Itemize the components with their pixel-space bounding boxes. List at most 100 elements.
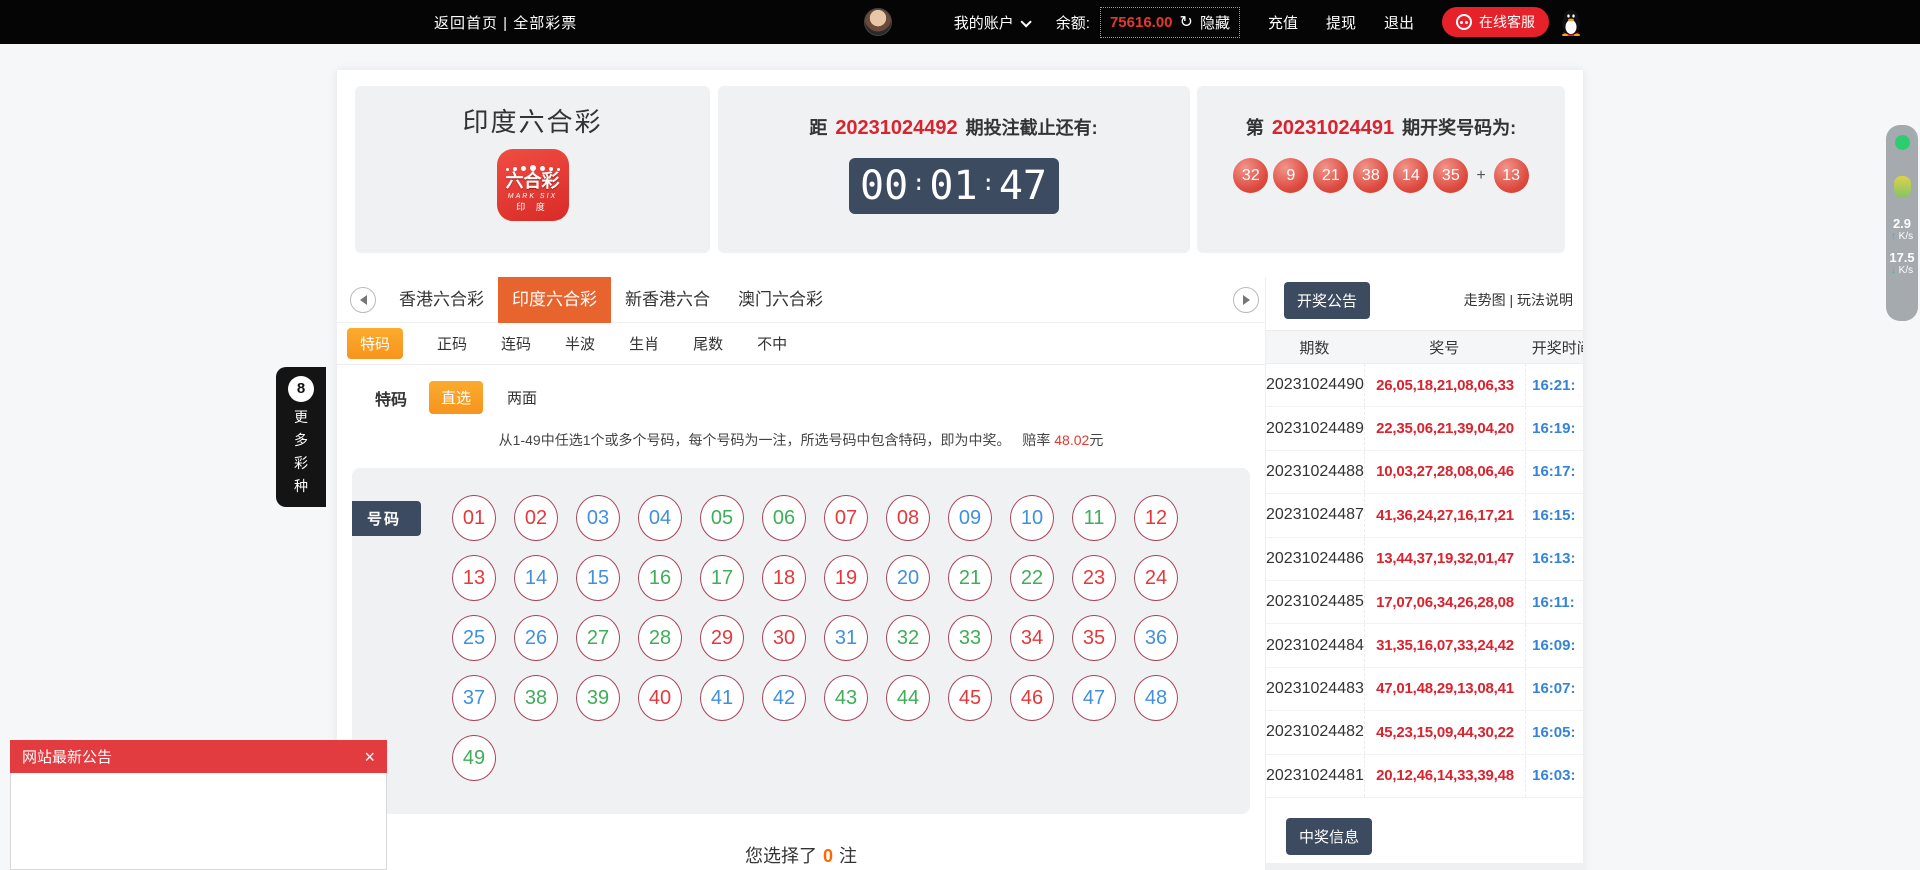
draw-ball-0: 32 <box>1233 158 1268 193</box>
main-card: 印度六合彩 六合彩 MARK SIX 印 度 距20231024492期投注截止… <box>337 70 1583 870</box>
results-table: 期数 奖号 开奖时间 2023102449026,05,18,21,08,06,… <box>1266 330 1583 798</box>
qq-penguin-icon[interactable] <box>1559 8 1583 36</box>
number-05[interactable]: 05 <box>700 495 744 541</box>
play-mode-0[interactable]: 直选 <box>429 381 483 414</box>
table-row: 2023102448517,07,06,34,26,28,0816:11: <box>1266 581 1583 624</box>
number-08[interactable]: 08 <box>886 495 930 541</box>
number-11[interactable]: 11 <box>1072 495 1116 541</box>
number-48[interactable]: 48 <box>1134 675 1178 721</box>
bet-tab-6[interactable]: 不中 <box>757 333 787 354</box>
number-22[interactable]: 22 <box>1010 555 1054 601</box>
number-panel: 号码 0102030405060708091011121314151617181… <box>352 468 1250 814</box>
number-25[interactable]: 25 <box>452 615 496 661</box>
number-10[interactable]: 10 <box>1010 495 1054 541</box>
number-17[interactable]: 17 <box>700 555 744 601</box>
number-09[interactable]: 09 <box>948 495 992 541</box>
bet-tab-5[interactable]: 尾数 <box>693 333 723 354</box>
number-14[interactable]: 14 <box>514 555 558 601</box>
number-01[interactable]: 01 <box>452 495 496 541</box>
bet-tab-3[interactable]: 半波 <box>565 333 595 354</box>
number-44[interactable]: 44 <box>886 675 930 721</box>
number-06[interactable]: 06 <box>762 495 806 541</box>
network-monitor-widget[interactable]: 2.9 ↑ K/s 17.5 ↓ K/s <box>1886 125 1918 321</box>
my-account-menu[interactable]: 我的账户 <box>954 12 1028 33</box>
special-ball: 13 <box>1494 158 1529 193</box>
lottery-tab-0[interactable]: 香港六合彩 <box>385 277 498 323</box>
results-header: 期数 奖号 开奖时间 <box>1266 330 1583 364</box>
home-all-lottery-link[interactable]: 返回首页 | 全部彩票 <box>434 12 577 33</box>
logout-link[interactable]: 退出 <box>1384 12 1414 33</box>
draw-announcement-button[interactable]: 开奖公告 <box>1284 282 1370 319</box>
number-37[interactable]: 37 <box>452 675 496 721</box>
more-lotteries-widget[interactable]: 8 更多彩种 <box>276 367 326 507</box>
bet-tab-4[interactable]: 生肖 <box>629 333 659 354</box>
tabs-next-button[interactable] <box>1233 287 1259 313</box>
number-35[interactable]: 35 <box>1072 615 1116 661</box>
number-15[interactable]: 15 <box>576 555 620 601</box>
win-info-button[interactable]: 中奖信息 <box>1286 818 1372 855</box>
number-21[interactable]: 21 <box>948 555 992 601</box>
tabs-prev-button[interactable] <box>350 287 376 313</box>
number-39[interactable]: 39 <box>576 675 620 721</box>
recharge-link[interactable]: 充值 <box>1268 12 1298 33</box>
number-12[interactable]: 12 <box>1134 495 1178 541</box>
number-36[interactable]: 36 <box>1134 615 1178 661</box>
table-row: 2023102448120,12,46,14,33,39,4816:03: <box>1266 755 1583 798</box>
online-service-button[interactable]: 在线客服 <box>1442 7 1549 37</box>
number-20[interactable]: 20 <box>886 555 930 601</box>
bet-tab-1[interactable]: 正码 <box>437 333 467 354</box>
number-34[interactable]: 34 <box>1010 615 1054 661</box>
avatar[interactable] <box>864 8 892 36</box>
number-41[interactable]: 41 <box>700 675 744 721</box>
number-49[interactable]: 49 <box>452 735 496 781</box>
number-24[interactable]: 24 <box>1134 555 1178 601</box>
prev-arrow-icon <box>355 295 367 305</box>
number-26[interactable]: 26 <box>514 615 558 661</box>
countdown-hours: 00 <box>860 163 908 209</box>
lottery-tab-1[interactable]: 印度六合彩 <box>498 277 611 323</box>
number-42[interactable]: 42 <box>762 675 806 721</box>
hide-balance-button[interactable]: 隐藏 <box>1200 12 1230 33</box>
number-28[interactable]: 28 <box>638 615 682 661</box>
number-03[interactable]: 03 <box>576 495 620 541</box>
row-time: 16:03: <box>1526 767 1583 784</box>
number-18[interactable]: 18 <box>762 555 806 601</box>
lottery-tab-3[interactable]: 澳门六合彩 <box>724 277 837 323</box>
countdown-caption: 距20231024492期投注截止还有: <box>718 114 1190 140</box>
number-38[interactable]: 38 <box>514 675 558 721</box>
number-16[interactable]: 16 <box>638 555 682 601</box>
number-31[interactable]: 31 <box>824 615 868 661</box>
number-27[interactable]: 27 <box>576 615 620 661</box>
withdraw-link[interactable]: 提现 <box>1326 12 1356 33</box>
number-33[interactable]: 33 <box>948 615 992 661</box>
trend-help-links[interactable]: 走势图 | 玩法说明 <box>1464 290 1573 310</box>
number-46[interactable]: 46 <box>1010 675 1054 721</box>
number-13[interactable]: 13 <box>452 555 496 601</box>
lottery-tab-2[interactable]: 新香港六合 <box>611 277 724 323</box>
col-time: 开奖时间 <box>1526 337 1583 358</box>
number-40[interactable]: 40 <box>638 675 682 721</box>
eight-ball-icon: 8 <box>288 376 314 402</box>
bet-tab-0[interactable]: 特码 <box>347 328 403 359</box>
bet-tab-2[interactable]: 连码 <box>501 333 531 354</box>
results-panel: 开奖公告 走势图 | 玩法说明 期数 奖号 开奖时间 2023102449026… <box>1265 277 1583 870</box>
number-32[interactable]: 32 <box>886 615 930 661</box>
refresh-icon[interactable]: ↻ <box>1180 12 1193 32</box>
number-47[interactable]: 47 <box>1072 675 1116 721</box>
number-23[interactable]: 23 <box>1072 555 1116 601</box>
balance-box: 75616.00 ↻ 隐藏 <box>1100 7 1240 38</box>
number-04[interactable]: 04 <box>638 495 682 541</box>
more-lotteries-label: 更多彩种 <box>276 406 326 498</box>
gauge-icon <box>1894 176 1911 198</box>
number-02[interactable]: 02 <box>514 495 558 541</box>
number-30[interactable]: 30 <box>762 615 806 661</box>
play-mode-1[interactable]: 两面 <box>495 381 549 414</box>
lottery-tabs: 香港六合彩印度六合彩新香港六合澳门六合彩 <box>385 277 1224 323</box>
notice-header: 网站最新公告 × <box>10 740 387 773</box>
number-43[interactable]: 43 <box>824 675 868 721</box>
close-icon[interactable]: × <box>364 748 375 766</box>
number-07[interactable]: 07 <box>824 495 868 541</box>
number-45[interactable]: 45 <box>948 675 992 721</box>
number-19[interactable]: 19 <box>824 555 868 601</box>
number-29[interactable]: 29 <box>700 615 744 661</box>
